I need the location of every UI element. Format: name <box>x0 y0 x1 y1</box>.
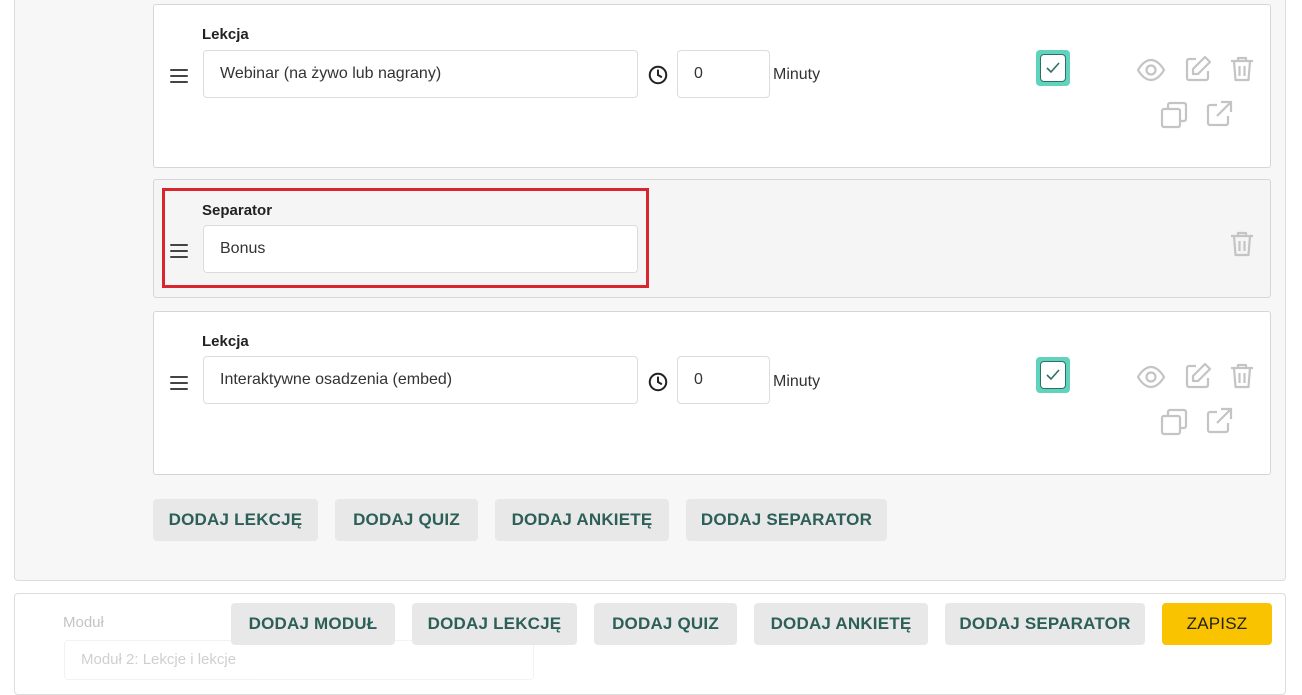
add-quiz-button[interactable]: DODAJ QUIZ <box>335 499 478 541</box>
preview-button[interactable] <box>1135 361 1167 393</box>
delete-separator-button[interactable] <box>1226 228 1258 260</box>
lesson-type-label: Lekcja <box>202 26 249 43</box>
checkmark-icon <box>1046 62 1060 74</box>
footer-add-module-button[interactable]: DODAJ MODUŁ <box>231 603 395 645</box>
add-lesson-button[interactable]: DODAJ LEKCJĘ <box>153 499 318 541</box>
external-edit-icon <box>1206 100 1233 127</box>
edit-button[interactable] <box>1182 360 1214 392</box>
edit-icon <box>1185 362 1212 389</box>
checkmark-icon <box>1046 369 1060 381</box>
lesson-title-input[interactable]: Webinar (na żywo lub nagrany) <box>203 50 638 98</box>
eye-icon <box>1136 365 1166 389</box>
open-editor-button[interactable] <box>1203 405 1235 437</box>
duplicate-button[interactable] <box>1158 406 1190 438</box>
preview-button[interactable] <box>1135 54 1167 86</box>
drag-handle-icon[interactable] <box>170 376 188 390</box>
lesson-type-label: Lekcja <box>202 333 249 350</box>
delete-button[interactable] <box>1226 360 1258 392</box>
copy-icon <box>1160 408 1188 436</box>
delete-button[interactable] <box>1226 53 1258 85</box>
lesson-card-1: Lekcja Webinar (na żywo lub nagrany) 0 M… <box>153 4 1271 168</box>
trash-icon <box>1231 231 1253 257</box>
duration-unit-label: Minuty <box>773 66 821 83</box>
next-module-title-input[interactable]: Moduł 2: Lekcje i lekcje <box>64 640 534 680</box>
open-editor-button[interactable] <box>1203 98 1235 130</box>
duration-input[interactable]: 0 <box>677 50 770 98</box>
footer-add-survey-button[interactable]: DODAJ ANKIETĘ <box>754 603 928 645</box>
clock-icon <box>648 372 668 392</box>
separator-type-label: Separator <box>202 202 273 219</box>
duration-input[interactable]: 0 <box>677 356 770 404</box>
lesson-card-2: Lekcja Interaktywne osadzenia (embed) 0 … <box>153 311 1271 475</box>
edit-icon <box>1185 55 1212 82</box>
add-separator-button[interactable]: DODAJ SEPARATOR <box>686 499 887 541</box>
edit-button[interactable] <box>1182 53 1214 85</box>
external-edit-icon <box>1206 407 1233 434</box>
footer-add-lesson-button[interactable]: DODAJ LEKCJĘ <box>412 603 577 645</box>
published-checkbox[interactable] <box>1036 357 1070 393</box>
footer-add-separator-button[interactable]: DODAJ SEPARATOR <box>945 603 1145 645</box>
eye-icon <box>1136 58 1166 82</box>
published-checkbox[interactable] <box>1036 50 1070 86</box>
save-button[interactable]: ZAPISZ <box>1162 603 1272 645</box>
clock-icon <box>648 65 668 85</box>
trash-icon <box>1231 56 1253 82</box>
separator-card: Separator Bonus <box>153 179 1271 298</box>
duration-unit-label: Minuty <box>773 373 821 390</box>
next-module-label: Moduł <box>63 614 104 631</box>
trash-icon <box>1231 363 1253 389</box>
add-survey-button[interactable]: DODAJ ANKIETĘ <box>495 499 669 541</box>
drag-handle-icon[interactable] <box>170 69 188 83</box>
footer-add-quiz-button[interactable]: DODAJ QUIZ <box>594 603 737 645</box>
copy-icon <box>1160 101 1188 129</box>
drag-handle-icon[interactable] <box>170 244 188 258</box>
separator-title-input[interactable]: Bonus <box>203 225 638 273</box>
lesson-title-input[interactable]: Interaktywne osadzenia (embed) <box>203 356 638 404</box>
duplicate-button[interactable] <box>1158 99 1190 131</box>
